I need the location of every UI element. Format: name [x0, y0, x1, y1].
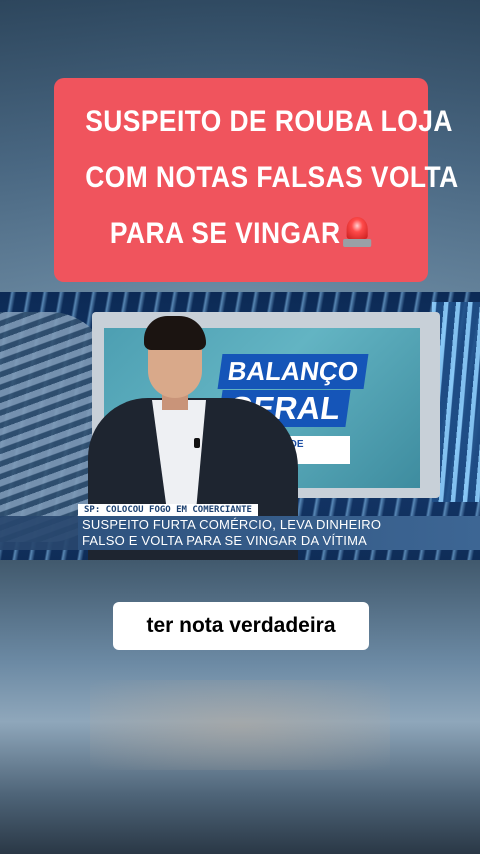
video-player[interactable]: BALANÇO GERAL EDIÇÃO DE SÁBADO SP: COLOC… — [0, 292, 480, 560]
lower-third: SUSPEITO FURTA COMÉRCIO, LEVA DINHEIRO F… — [0, 516, 480, 550]
headline-line-1: SUSPEITO DE ROUBA LOJA — [85, 105, 453, 138]
headline-line-3: PARA SE VINGAR — [85, 206, 397, 262]
subtitle-caption: ter nota verdadeira — [113, 602, 369, 650]
lower-third-line-2: FALSO E VOLTA PARA SE VINGAR DA VÍTIMA — [82, 533, 368, 548]
lower-third-text: SUSPEITO FURTA COMÉRCIO, LEVA DINHEIRO F… — [82, 517, 412, 549]
news-tag: SP: COLOCOU FOGO EM COMERCIANTE — [78, 504, 258, 516]
lapel-mic-icon — [194, 438, 200, 448]
police-siren-icon — [342, 215, 372, 249]
headline-banner: SUSPEITO DE ROUBA LOJA COM NOTAS FALSAS … — [54, 78, 459, 282]
headline-line-2: COM NOTAS FALSAS VOLTA — [85, 161, 459, 194]
lower-third-line-1: SUSPEITO FURTA COMÉRCIO, LEVA DINHEIRO — [82, 517, 382, 532]
headline-line-3-text: PARA SE VINGAR — [109, 217, 341, 250]
